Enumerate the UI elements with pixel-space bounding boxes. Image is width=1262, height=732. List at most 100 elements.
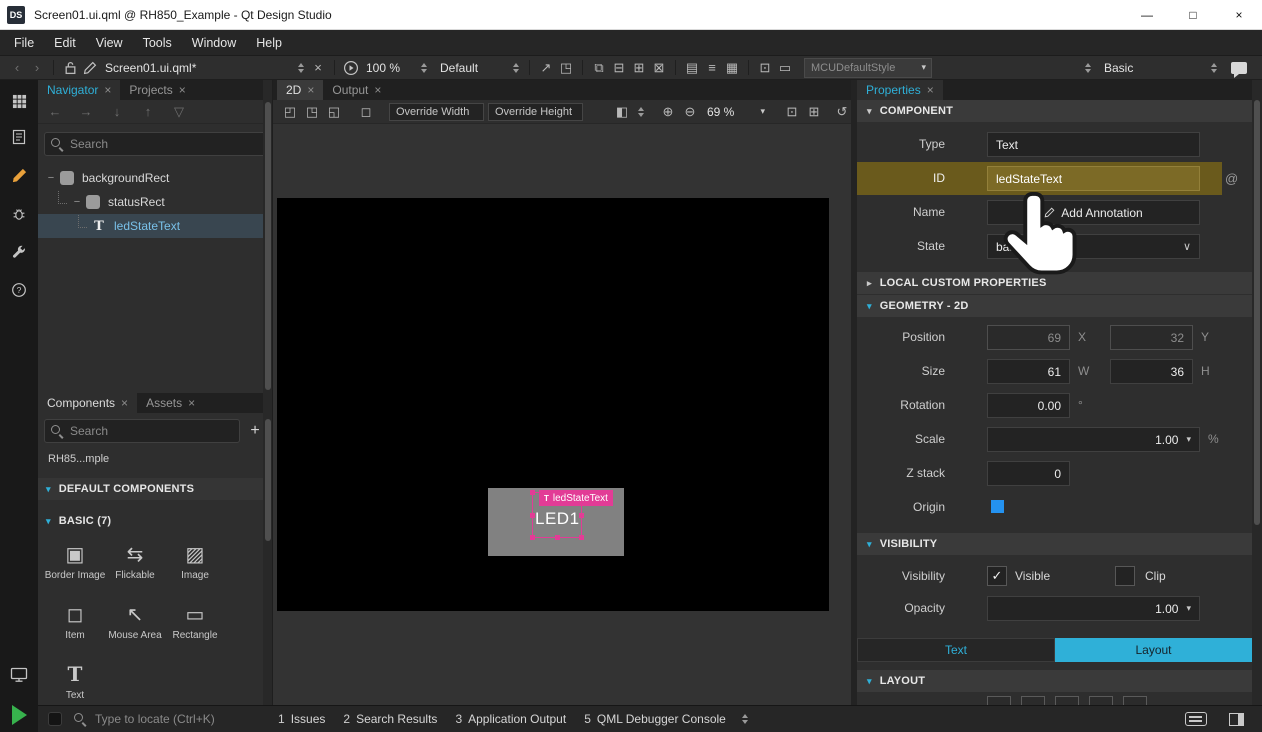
help-icon[interactable]: ? xyxy=(0,277,38,303)
section-layout[interactable]: ▾ LAYOUT xyxy=(857,670,1252,692)
reset-view-icon[interactable]: ↺ xyxy=(833,103,851,121)
design-mode-icon[interactable] xyxy=(0,162,38,188)
keyboard-shortcuts-icon[interactable]: ▤ xyxy=(683,59,701,77)
lock-icon[interactable] xyxy=(61,59,79,77)
canvas-zoom-selector[interactable]: 69 % ▾ xyxy=(707,105,765,119)
section-geometry-2d[interactable]: ▾ GEOMETRY - 2D xyxy=(857,295,1252,317)
state-dropdown[interactable]: base state ∨ xyxy=(987,234,1200,259)
anchor-bottom-button[interactable] xyxy=(1021,696,1045,705)
anchor-fill-button[interactable] xyxy=(1123,696,1147,705)
position-y-field[interactable]: 32 xyxy=(1110,325,1193,350)
preview-zoom-selector[interactable]: 100 % xyxy=(366,61,430,75)
menu-file[interactable]: File xyxy=(4,30,44,55)
size-height-field[interactable]: 36 xyxy=(1110,359,1193,384)
visible-checkbox[interactable]: ✓ xyxy=(987,566,1007,586)
close-icon[interactable]: × xyxy=(374,83,381,97)
component-border-image[interactable]: ▣ Border Image xyxy=(45,538,105,592)
stepper-icon[interactable] xyxy=(513,63,519,73)
opacity-field[interactable]: 1.00 ▾ xyxy=(987,596,1200,621)
position-x-field[interactable]: 69 xyxy=(987,325,1070,350)
pane-application-output[interactable]: 3 Application Output xyxy=(455,712,566,726)
move-up-icon[interactable]: ↑ xyxy=(139,103,157,121)
search-input[interactable] xyxy=(70,137,259,151)
section-component[interactable]: ▾ COMPONENT xyxy=(857,100,1252,122)
back-icon[interactable]: ‹ xyxy=(8,59,26,77)
zoom-in-icon[interactable]: ⊕ xyxy=(659,103,677,121)
section-basic[interactable]: ▾ BASIC (7) xyxy=(38,510,273,532)
snap-none-icon[interactable]: ◰ xyxy=(281,103,299,121)
canvas[interactable]: T ledStateText LED1 xyxy=(273,124,851,705)
properties-scrollbar[interactable] xyxy=(1252,80,1262,705)
tab-assets[interactable]: Assets × xyxy=(137,393,204,413)
edit-mode-icon[interactable] xyxy=(0,124,38,150)
navigator-scrollbar[interactable] xyxy=(263,80,272,393)
sidebar-toggle-icon[interactable] xyxy=(48,712,62,726)
stepper-icon[interactable] xyxy=(638,107,644,117)
copy-icon[interactable]: ⧉ xyxy=(590,59,608,77)
welcome-grid-icon[interactable] xyxy=(0,88,38,114)
tab-properties[interactable]: Properties × xyxy=(857,80,943,100)
stepper-icon[interactable] xyxy=(1085,63,1091,73)
empty-selector[interactable] xyxy=(996,63,1094,73)
tree-item-statusrect[interactable]: − statusRect xyxy=(38,190,273,214)
override-width-input[interactable] xyxy=(396,106,477,118)
section-default-components[interactable]: ▾ DEFAULT COMPONENTS xyxy=(38,478,273,500)
stepper-icon[interactable] xyxy=(298,63,304,73)
list-view-icon[interactable]: ≡ xyxy=(703,59,721,77)
clip-checkbox[interactable] xyxy=(1115,566,1135,586)
resize-handle[interactable] xyxy=(530,490,535,495)
locator-input[interactable] xyxy=(95,712,260,726)
mode-tab-text[interactable]: Text xyxy=(857,638,1055,662)
tab-output[interactable]: Output × xyxy=(323,80,390,100)
close-document-icon[interactable]: × xyxy=(309,59,327,77)
close-icon[interactable]: × xyxy=(188,396,195,410)
menu-window[interactable]: Window xyxy=(182,30,246,55)
stepper-icon[interactable] xyxy=(421,63,427,73)
duplicate-icon[interactable]: ⊞ xyxy=(630,59,648,77)
target-selector[interactable]: Default xyxy=(440,61,522,75)
annotation-at-badge[interactable]: @ xyxy=(1225,166,1238,191)
resize-handle[interactable] xyxy=(579,513,584,518)
minimize-button[interactable]: — xyxy=(1124,0,1170,29)
led-state-text[interactable]: LED1 xyxy=(535,509,580,529)
component-flickable[interactable]: ⇆ Flickable xyxy=(105,538,165,592)
pane-issues[interactable]: 1 Issues xyxy=(278,712,325,726)
filter-icon[interactable]: ▽ xyxy=(170,103,188,121)
document-selector[interactable]: Screen01.ui.qml* xyxy=(105,61,307,75)
maximize-button[interactable]: □ xyxy=(1170,0,1216,29)
component-item[interactable]: ◻ Item xyxy=(45,598,105,652)
tab-navigator[interactable]: Navigator × xyxy=(38,80,120,100)
scrollbar-thumb[interactable] xyxy=(1254,100,1260,525)
tree-item-backgroundrect[interactable]: − backgroundRect xyxy=(38,166,273,190)
move-right-icon[interactable]: → xyxy=(77,103,95,121)
close-icon[interactable]: × xyxy=(307,83,314,97)
close-icon[interactable]: × xyxy=(104,83,111,97)
export-icon[interactable]: ↗ xyxy=(537,59,555,77)
type-field[interactable]: Text xyxy=(987,132,1200,157)
add-annotation-button[interactable]: Add Annotation xyxy=(987,200,1200,225)
paste-icon[interactable]: ⊟ xyxy=(610,59,628,77)
kit-monitor-icon[interactable] xyxy=(0,662,38,688)
move-down-icon[interactable]: ↓ xyxy=(108,103,126,121)
style-selector[interactable]: MCUDefaultStyle ▾ xyxy=(804,58,932,78)
tab-2d[interactable]: 2D × xyxy=(277,80,323,100)
resize-handle[interactable] xyxy=(555,535,560,540)
zoom-all-icon[interactable]: ⊞ xyxy=(805,103,823,121)
projects-tools-icon[interactable] xyxy=(0,239,38,265)
zoom-out-icon[interactable]: ⊖ xyxy=(681,103,699,121)
tab-projects[interactable]: Projects × xyxy=(120,80,194,100)
add-module-button[interactable]: + xyxy=(246,422,264,440)
snap-items-icon[interactable]: ◱ xyxy=(325,103,343,121)
close-button[interactable]: × xyxy=(1216,0,1262,29)
show-bounds-icon[interactable]: ◻ xyxy=(357,103,375,121)
menu-edit[interactable]: Edit xyxy=(44,30,86,55)
scrollbar-thumb[interactable] xyxy=(265,419,271,541)
zoom-fit-icon[interactable]: ⊡ xyxy=(783,103,801,121)
selection-label[interactable]: T ledStateText xyxy=(539,490,613,506)
components-scrollbar[interactable] xyxy=(263,393,272,705)
override-height-field[interactable] xyxy=(488,103,583,121)
collapse-icon[interactable]: − xyxy=(46,172,56,184)
section-local-custom-properties[interactable]: ▸ LOCAL CUSTOM PROPERTIES xyxy=(857,272,1252,294)
scrollbar-thumb[interactable] xyxy=(265,102,271,390)
move-left-icon[interactable]: ← xyxy=(46,103,64,121)
